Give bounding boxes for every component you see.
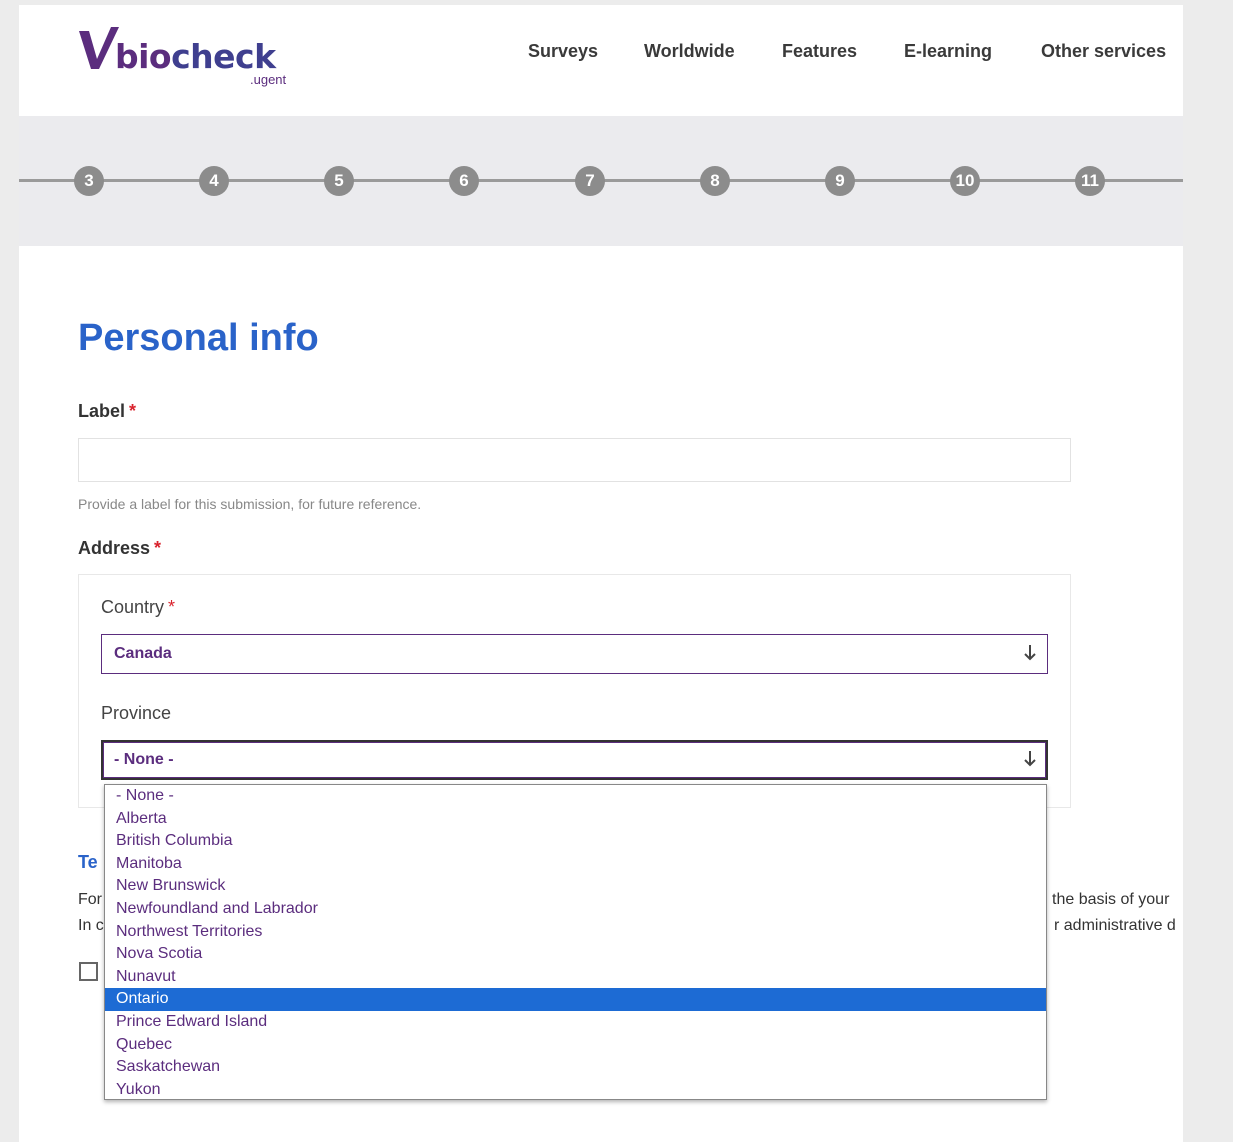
province-label: Province xyxy=(101,703,172,723)
nav-item-e-learning[interactable]: E-learning xyxy=(904,41,992,62)
progress-stepper: 3 4 5 6 7 8 9 10 11 xyxy=(19,116,1183,246)
address-label: Address * xyxy=(78,538,162,558)
step-11[interactable]: 11 xyxy=(1075,166,1105,196)
label-input[interactable] xyxy=(78,438,1071,482)
province-option[interactable]: Yukon xyxy=(105,1079,1046,1099)
required-mark: * xyxy=(168,597,176,617)
province-option[interactable]: British Columbia xyxy=(105,830,1046,853)
page: biocheck .ugent Surveys Worldwide Featur… xyxy=(19,5,1183,1142)
required-mark: * xyxy=(129,401,137,421)
nav-item-surveys[interactable]: Surveys xyxy=(528,41,598,62)
province-dropdown-list: - None - Alberta British Columbia Manito… xyxy=(104,784,1047,1100)
arrow-down-icon xyxy=(1024,751,1036,767)
logo-subtext: .ugent xyxy=(250,72,287,87)
terms-text-line2-right: r administrative d xyxy=(1054,917,1176,934)
step-5[interactable]: 5 xyxy=(324,166,354,196)
label-help-text: Provide a label for this submission, for… xyxy=(78,496,422,512)
label-field-label: Label * xyxy=(78,401,137,421)
required-mark: * xyxy=(154,538,162,558)
nav-item-other-services[interactable]: Other services xyxy=(1041,41,1166,62)
province-option[interactable]: Newfoundland and Labrador xyxy=(105,898,1046,921)
step-7[interactable]: 7 xyxy=(575,166,605,196)
terms-text-line2-left: In c xyxy=(78,917,104,934)
main-nav: Surveys Worldwide Features E-learning Ot… xyxy=(19,41,1183,65)
province-option-highlighted[interactable]: Ontario xyxy=(105,988,1046,1011)
arrow-down-icon xyxy=(1024,645,1036,661)
province-option[interactable]: Northwest Territories xyxy=(105,921,1046,944)
country-select-value: Canada xyxy=(114,645,172,662)
nav-item-features[interactable]: Features xyxy=(782,41,857,62)
terms-text-line1-left: For xyxy=(78,891,102,908)
province-option[interactable]: Prince Edward Island xyxy=(105,1011,1046,1034)
terms-title: Te xyxy=(78,852,98,872)
terms-text-line1-right: the basis of your xyxy=(1052,891,1170,908)
province-option[interactable]: Alberta xyxy=(105,808,1046,831)
step-10[interactable]: 10 xyxy=(950,166,980,196)
country-select[interactable]: Canada xyxy=(101,634,1048,674)
page-title: Personal info xyxy=(78,317,319,359)
nav-item-worldwide[interactable]: Worldwide xyxy=(644,41,735,62)
country-label: Country * xyxy=(101,597,176,617)
province-option[interactable]: - None - xyxy=(105,785,1046,808)
province-option[interactable]: Saskatchewan xyxy=(105,1056,1046,1079)
province-select-value: - None - xyxy=(114,751,174,768)
step-4[interactable]: 4 xyxy=(199,166,229,196)
province-option[interactable]: New Brunswick xyxy=(105,875,1046,898)
step-9[interactable]: 9 xyxy=(825,166,855,196)
province-option[interactable]: Nunavut xyxy=(105,966,1046,989)
province-option[interactable]: Manitoba xyxy=(105,853,1046,876)
step-6[interactable]: 6 xyxy=(449,166,479,196)
step-3[interactable]: 3 xyxy=(74,166,104,196)
province-select[interactable]: - None - xyxy=(101,740,1048,780)
terms-checkbox[interactable] xyxy=(79,962,98,981)
province-option[interactable]: Nova Scotia xyxy=(105,943,1046,966)
province-option[interactable]: Quebec xyxy=(105,1034,1046,1057)
step-8[interactable]: 8 xyxy=(700,166,730,196)
